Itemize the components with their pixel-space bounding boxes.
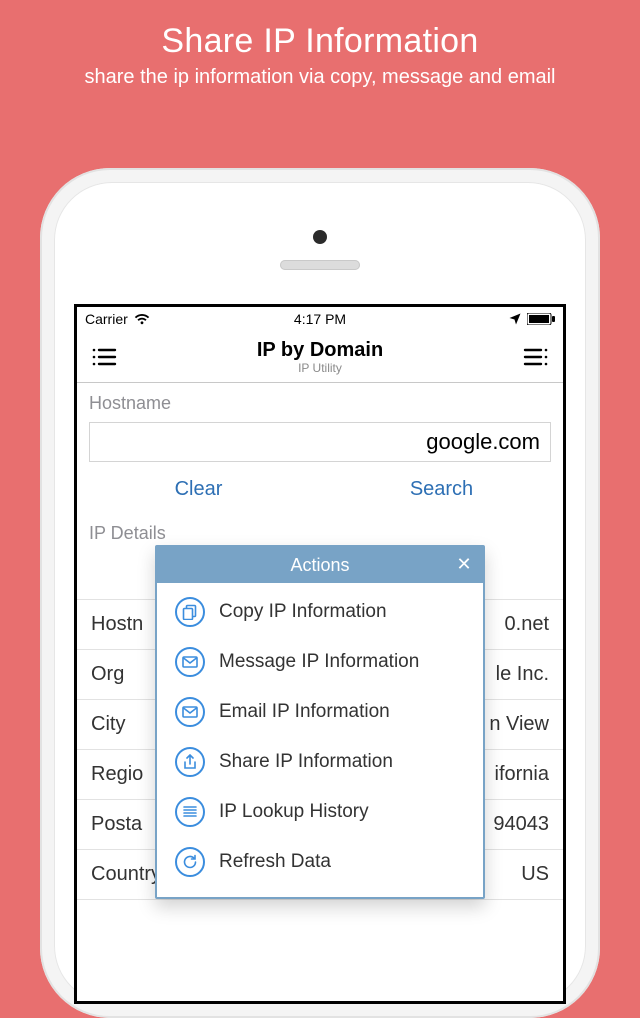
hostname-buttons: Clear Search xyxy=(77,466,563,513)
promo-subtitle: share the ip information via copy, messa… xyxy=(20,65,620,90)
row-label: Posta xyxy=(91,813,161,836)
device-frame: Carrier 4:17 PM xyxy=(40,168,600,1018)
email-icon xyxy=(175,697,205,727)
popup-item-email[interactable]: Email IP Information xyxy=(157,687,483,737)
location-icon xyxy=(509,313,521,325)
hostname-section-label: Hostname xyxy=(77,383,563,420)
close-icon[interactable]: ✕ xyxy=(453,553,475,575)
row-value: n View xyxy=(489,713,549,736)
popup-list: Copy IP Information Message IP Informati… xyxy=(157,583,483,897)
share-icon xyxy=(175,747,205,777)
popup-item-label: IP Lookup History xyxy=(219,801,369,823)
row-value: 0.net xyxy=(505,613,549,636)
actions-popup: Actions ✕ Copy IP Information Mes xyxy=(155,545,485,899)
row-label: City xyxy=(91,713,125,736)
popup-item-label: Message IP Information xyxy=(219,651,419,673)
device-earpiece xyxy=(68,200,572,300)
popup-item-label: Refresh Data xyxy=(219,851,331,873)
clear-button[interactable]: Clear xyxy=(77,466,320,513)
popup-item-history[interactable]: IP Lookup History xyxy=(157,787,483,837)
row-label: Org xyxy=(91,663,124,686)
popup-item-share[interactable]: Share IP Information xyxy=(157,737,483,787)
wifi-icon xyxy=(134,313,150,325)
popup-item-refresh[interactable]: Refresh Data xyxy=(157,837,483,887)
copy-icon xyxy=(175,597,205,627)
clock-label: 4:17 PM xyxy=(294,311,346,327)
row-value: US xyxy=(521,863,549,886)
promo-title: Share IP Information xyxy=(20,22,620,61)
device-body: Carrier 4:17 PM xyxy=(54,182,586,1004)
nav-title-group: IP by Domain IP Utility xyxy=(257,339,383,375)
nav-title: IP by Domain xyxy=(257,339,383,362)
search-button[interactable]: Search xyxy=(320,466,563,513)
row-label: Country xyxy=(91,863,161,886)
hostname-input-row: google.com xyxy=(77,420,563,466)
message-icon xyxy=(175,647,205,677)
popup-item-copy[interactable]: Copy IP Information xyxy=(157,587,483,637)
row-label: Regio xyxy=(91,763,161,786)
speaker-icon xyxy=(280,260,360,270)
row-value: 94043 xyxy=(493,813,549,836)
row-value: ifornia xyxy=(495,763,549,786)
history-icon xyxy=(175,797,205,827)
hostname-value: google.com xyxy=(426,429,540,455)
refresh-icon xyxy=(175,847,205,877)
popup-item-label: Copy IP Information xyxy=(219,601,387,623)
nav-bar: IP by Domain IP Utility xyxy=(77,331,563,383)
actions-icon[interactable] xyxy=(519,343,553,371)
nav-subtitle: IP Utility xyxy=(257,361,383,375)
popup-item-message[interactable]: Message IP Information xyxy=(157,637,483,687)
popup-item-label: Share IP Information xyxy=(219,751,393,773)
popup-title: Actions xyxy=(290,555,349,576)
popup-header: Actions ✕ xyxy=(157,547,483,583)
promo-hero: Share IP Information share the ip inform… xyxy=(0,0,640,98)
row-value: le Inc. xyxy=(496,663,549,686)
hostname-input[interactable]: google.com xyxy=(89,422,551,462)
screen: Carrier 4:17 PM xyxy=(74,304,566,1004)
row-label: Hostn xyxy=(91,613,161,636)
popup-item-label: Email IP Information xyxy=(219,701,390,723)
carrier-label: Carrier xyxy=(85,311,128,327)
camera-icon xyxy=(313,230,327,244)
status-bar: Carrier 4:17 PM xyxy=(77,307,563,331)
menu-list-icon[interactable] xyxy=(87,343,121,371)
battery-icon xyxy=(527,313,555,325)
